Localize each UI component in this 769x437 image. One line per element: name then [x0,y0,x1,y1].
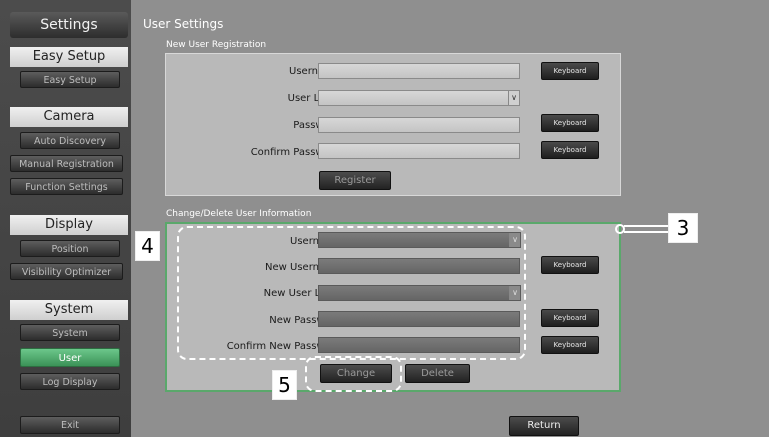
password-label: Password [293,120,340,131]
new-user-group-label: New User Registration [166,40,267,50]
sidebar-item-system[interactable]: System [20,324,120,341]
page-title: User Settings [143,17,224,31]
delete-button[interactable]: Delete [405,364,470,383]
exit-button[interactable]: Exit [20,416,120,434]
keyboard-button-password[interactable]: Keyboard [541,114,599,132]
user-level-label: User Level [287,93,340,104]
callout-number-3: 3 [668,213,698,243]
sidebar-title: Settings [10,12,128,38]
keyboard-button-new-password[interactable]: Keyboard [541,309,599,327]
callout-3-leader [615,224,668,234]
new-user-panel: Username Keyboard User Level ∨ Password … [165,53,621,196]
sidebar-item-easy-setup[interactable]: Easy Setup [20,71,120,88]
sidebar: Settings Easy Setup Easy Setup Camera Au… [0,0,131,437]
username-label: Username [289,66,340,77]
sidebar-item-position[interactable]: Position [20,240,120,257]
chevron-down-icon: ∨ [508,91,519,105]
confirm-password-label: Confirm Password [250,147,340,158]
confirm-password-input[interactable] [318,143,520,159]
sidebar-section-easy-setup: Easy Setup [10,47,128,67]
sidebar-item-log-display[interactable]: Log Display [20,373,120,390]
register-button[interactable]: Register [319,171,391,190]
sidebar-section-system: System [10,300,128,320]
password-input[interactable] [318,117,520,133]
sidebar-item-function-settings[interactable]: Function Settings [10,178,123,195]
keyboard-button-new-username[interactable]: Keyboard [541,256,599,274]
user-level-select[interactable]: ∨ [318,90,520,106]
sidebar-item-user[interactable]: User [20,348,120,367]
keyboard-button-username[interactable]: Keyboard [541,62,599,80]
return-button[interactable]: Return [509,416,579,436]
sidebar-item-auto-discovery[interactable]: Auto Discovery [20,132,120,149]
change-user-group-label: Change/Delete User Information [166,209,312,219]
sidebar-section-display: Display [10,215,128,235]
keyboard-button-confirm-new-password[interactable]: Keyboard [541,336,599,354]
callout-4-highlight [177,226,526,360]
keyboard-button-confirm-password[interactable]: Keyboard [541,141,599,159]
callout-5-highlight [305,356,402,392]
sidebar-item-manual-registration[interactable]: Manual Registration [10,155,123,172]
username-input[interactable] [318,63,520,79]
sidebar-section-camera: Camera [10,107,128,127]
callout-number-5: 5 [272,370,297,400]
callout-number-4: 4 [135,231,160,261]
screen: Settings Easy Setup Easy Setup Camera Au… [0,0,769,437]
sidebar-item-visibility-optimizer[interactable]: Visibility Optimizer [10,263,123,280]
